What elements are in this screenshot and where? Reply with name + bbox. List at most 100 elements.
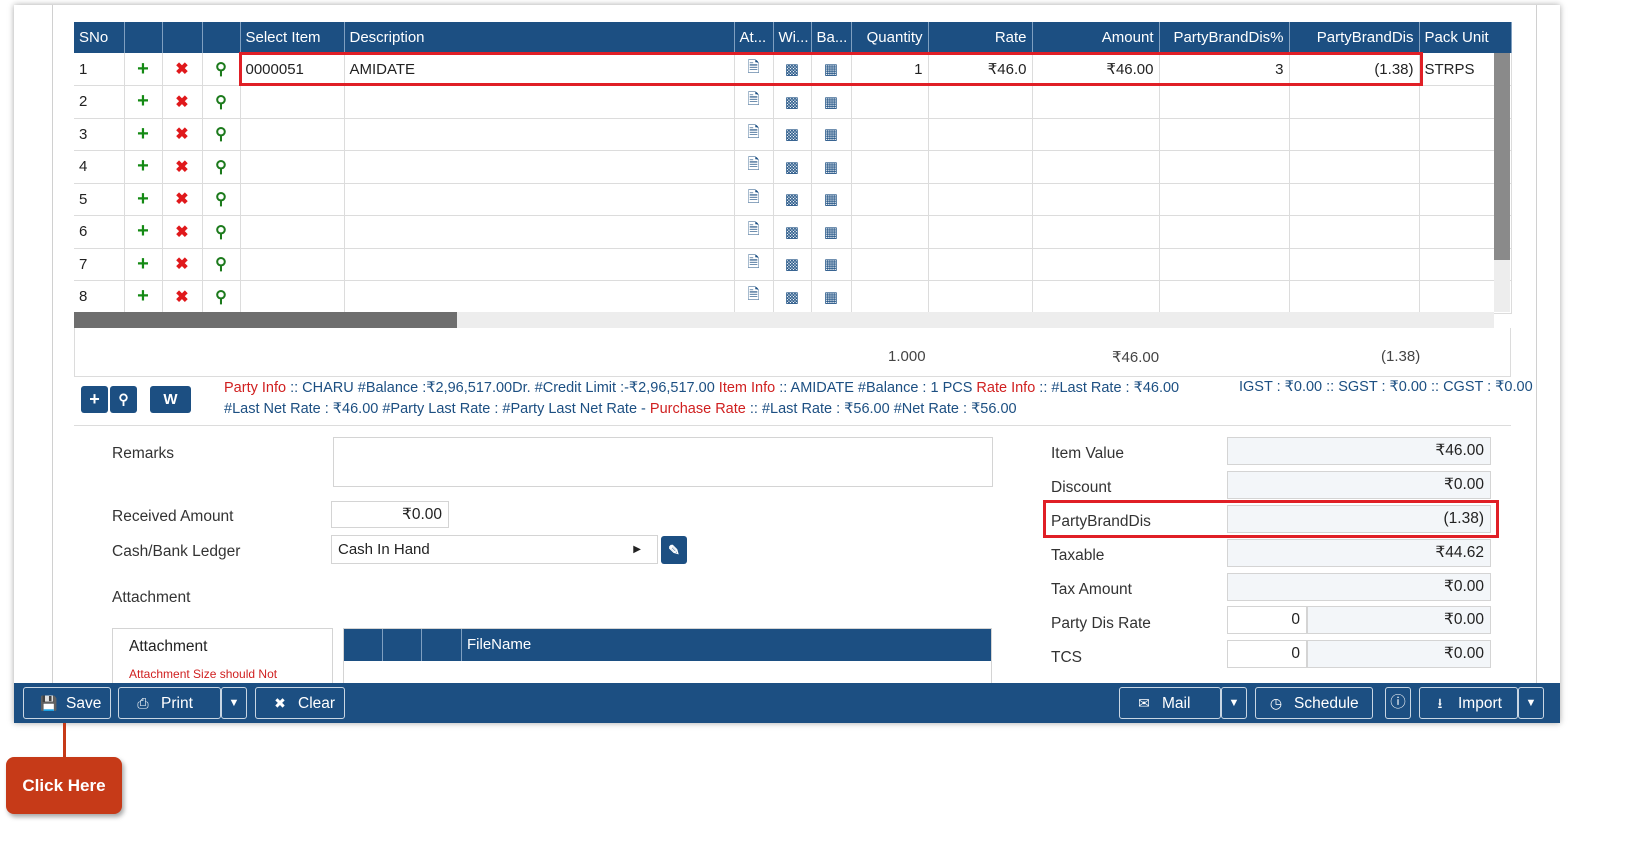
row-wise-button[interactable]: ▩ — [773, 280, 812, 314]
col-batch[interactable]: Ba... — [811, 22, 852, 53]
row-description[interactable] — [344, 248, 735, 281]
grid-horizontal-scrollbar[interactable] — [74, 312, 1494, 328]
col-wise[interactable]: Wi... — [773, 22, 812, 53]
col-attachment[interactable]: At... — [734, 22, 774, 53]
row-remove-button[interactable]: ✖ — [162, 183, 203, 216]
row-quantity[interactable] — [851, 280, 929, 314]
row-search-button[interactable]: ⚲ — [202, 215, 241, 249]
row-attachment-button[interactable]: 🗎 — [734, 118, 774, 151]
row-attachment-button[interactable]: 🗎 — [734, 85, 774, 119]
col-quantity[interactable]: Quantity — [851, 22, 929, 53]
import-dropdown-button[interactable]: ▼ — [1518, 687, 1544, 719]
table-row[interactable]: 8 + ✖ ⚲ 🗎 ▩ ▦ — [74, 280, 1512, 314]
party-info-label[interactable]: Party Info — [224, 380, 286, 396]
col-sno[interactable]: SNo — [74, 22, 125, 53]
rate-info-label[interactable]: Rate Info — [976, 380, 1035, 396]
row-rate[interactable] — [928, 150, 1033, 184]
row-add-button[interactable]: + — [124, 53, 163, 86]
row-wise-button[interactable]: ▩ — [773, 85, 812, 119]
col-description[interactable]: Description — [344, 22, 735, 53]
row-attachment-button[interactable]: 🗎 — [734, 280, 774, 314]
row-remove-button[interactable]: ✖ — [162, 53, 203, 86]
col-amount[interactable]: Amount — [1032, 22, 1160, 53]
row-remove-button[interactable]: ✖ — [162, 248, 203, 281]
row-add-button[interactable]: + — [124, 248, 163, 281]
row-batch-button[interactable]: ▦ — [811, 215, 852, 249]
info-button[interactable]: ⓘ — [1385, 687, 1411, 719]
row-wise-button[interactable]: ▩ — [773, 183, 812, 216]
row-batch-button[interactable]: ▦ — [811, 150, 852, 184]
row-remove-button[interactable]: ✖ — [162, 118, 203, 151]
col-party-brand-dis-pct[interactable]: PartyBrandDis% — [1159, 22, 1290, 53]
row-search-button[interactable]: ⚲ — [202, 85, 241, 119]
row-search-button[interactable]: ⚲ — [202, 248, 241, 281]
table-row[interactable]: 3 + ✖ ⚲ 🗎 ▩ ▦ — [74, 118, 1512, 151]
row-select-item[interactable] — [240, 280, 345, 314]
table-row[interactable]: 6 + ✖ ⚲ 🗎 ▩ ▦ — [74, 215, 1512, 249]
purchase-rate-label[interactable]: Purchase Rate — [650, 401, 746, 417]
row-add-button[interactable]: + — [124, 215, 163, 249]
remarks-input[interactable] — [333, 437, 993, 487]
row-remove-button[interactable]: ✖ — [162, 150, 203, 184]
row-batch-button[interactable]: ▦ — [811, 248, 852, 281]
item-info-label[interactable]: Item Info — [719, 380, 775, 396]
row-attachment-button[interactable]: 🗎 — [734, 215, 774, 249]
table-row[interactable]: 2 + ✖ ⚲ 🗎 ▩ ▦ — [74, 85, 1512, 119]
row-quantity[interactable] — [851, 248, 929, 281]
grid-vertical-scroll-thumb[interactable] — [1494, 53, 1510, 260]
row-attachment-button[interactable]: 🗎 — [734, 248, 774, 281]
row-batch-button[interactable]: ▦ — [811, 280, 852, 314]
row-search-button[interactable]: ⚲ — [202, 53, 241, 86]
edit-ledger-button[interactable]: ✎ — [661, 536, 687, 564]
row-party-brand-dis-pct[interactable] — [1159, 215, 1290, 249]
row-party-brand-dis-pct[interactable] — [1159, 183, 1290, 216]
row-party-brand-dis-pct[interactable] — [1159, 280, 1290, 314]
print-button[interactable]: ⎙ Print — [118, 687, 221, 719]
table-row[interactable]: 4 + ✖ ⚲ 🗎 ▩ ▦ — [74, 150, 1512, 184]
row-search-button[interactable]: ⚲ — [202, 280, 241, 314]
row-add-button[interactable]: + — [124, 183, 163, 216]
row-remove-button[interactable]: ✖ — [162, 280, 203, 314]
import-button[interactable]: ⭳ Import — [1419, 687, 1518, 719]
row-party-brand-dis-pct[interactable] — [1159, 118, 1290, 151]
row-add-button[interactable]: + — [124, 85, 163, 119]
save-button[interactable]: 💾 Save — [23, 687, 111, 719]
tcs-rate-input[interactable]: 0 — [1227, 640, 1307, 668]
row-rate[interactable] — [928, 280, 1033, 314]
row-attachment-button[interactable]: 🗎 — [734, 150, 774, 184]
row-quantity[interactable] — [851, 183, 929, 216]
row-party-brand-dis-pct[interactable] — [1159, 248, 1290, 281]
row-party-brand-dis-pct[interactable] — [1159, 85, 1290, 119]
row-quantity[interactable] — [851, 118, 929, 151]
print-dropdown-button[interactable]: ▼ — [221, 687, 247, 719]
add-row-button[interactable]: + — [81, 386, 108, 413]
row-description[interactable] — [344, 280, 735, 314]
row-wise-button[interactable]: ▩ — [773, 150, 812, 184]
row-description[interactable] — [344, 118, 735, 151]
table-row[interactable]: 7 + ✖ ⚲ 🗎 ▩ ▦ — [74, 248, 1512, 281]
row-select-item[interactable] — [240, 150, 345, 184]
w-button[interactable]: W — [150, 386, 191, 413]
row-party-brand-dis-pct[interactable] — [1159, 150, 1290, 184]
col-select-item[interactable]: Select Item — [240, 22, 345, 53]
row-search-button[interactable]: ⚲ — [202, 118, 241, 151]
received-amount-input[interactable]: ₹0.00 — [331, 501, 449, 528]
mail-dropdown-button[interactable]: ▼ — [1221, 687, 1247, 719]
row-description[interactable] — [344, 150, 735, 184]
row-select-item[interactable] — [240, 248, 345, 281]
col-pack-unit[interactable]: Pack Unit — [1419, 22, 1512, 53]
row-quantity[interactable] — [851, 215, 929, 249]
row-batch-button[interactable]: ▦ — [811, 183, 852, 216]
row-rate[interactable] — [928, 118, 1033, 151]
row-description[interactable] — [344, 215, 735, 249]
attachment-tab[interactable]: Attachment — [129, 638, 207, 656]
row-description[interactable] — [344, 183, 735, 216]
row-remove-button[interactable]: ✖ — [162, 85, 203, 119]
grid-horizontal-scroll-thumb[interactable] — [74, 312, 457, 328]
col-party-brand-dis[interactable]: PartyBrandDis — [1289, 22, 1420, 53]
row-attachment-button[interactable]: 🗎 — [734, 183, 774, 216]
cash-bank-ledger-select[interactable]: Cash In Hand ▶ — [331, 535, 658, 564]
schedule-button[interactable]: ◷ Schedule — [1255, 687, 1373, 719]
row-rate[interactable] — [928, 248, 1033, 281]
filename-header[interactable]: FileName — [462, 629, 991, 661]
